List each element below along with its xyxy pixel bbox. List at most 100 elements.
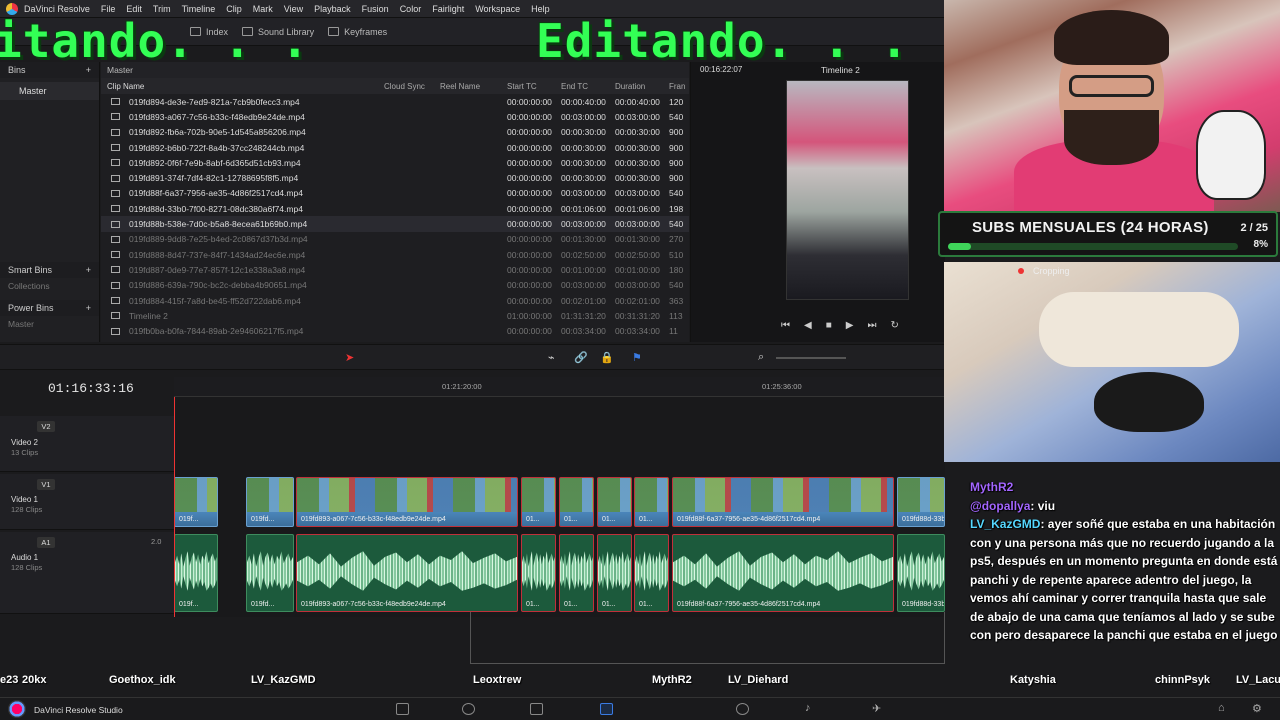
clip-name-cell: 019fd892-b6b0-722f-8a4b-37cc248244cb.mp4 bbox=[101, 143, 384, 153]
media-pool-row[interactable]: 019fd887-0de9-77e7-857f-12c1e338a3a8.mp4… bbox=[101, 262, 689, 277]
audio-clip[interactable]: 019fd88d-33b0... bbox=[897, 534, 945, 612]
settings-gear-icon[interactable]: ⚙ bbox=[1252, 702, 1262, 715]
play-icon[interactable]: ▶ bbox=[846, 320, 854, 331]
media-pool-row[interactable]: 019fd894-de3e-7ed9-821a-7cb9b0fecc3.mp4 0… bbox=[101, 94, 689, 109]
zoom-icon[interactable]: ⌕ bbox=[758, 351, 764, 364]
media-pool-row[interactable]: 019fd892-b6b0-722f-8a4b-37cc248244cb.mp4… bbox=[101, 140, 689, 155]
home-icon[interactable]: ⌂ bbox=[1218, 702, 1225, 714]
clip-label: 01... bbox=[639, 516, 653, 523]
lock-icon[interactable]: 🔒 bbox=[600, 351, 614, 364]
menu-clip[interactable]: Clip bbox=[226, 4, 242, 14]
media-pool-row[interactable]: 019fd892-0f6f-7e9b-8abf-6d365d51cb93.mp4… bbox=[101, 155, 689, 170]
video-clip[interactable]: 01... bbox=[597, 477, 632, 527]
power-bin-master[interactable]: Master bbox=[0, 316, 99, 332]
chat-message: LV_KazGMD: ayer soñé que estaba en una h… bbox=[970, 515, 1280, 645]
media-pool-row[interactable]: 019fd889-9dd8-7e25-b4ed-2c0867d37b3d.mp4… bbox=[101, 232, 689, 247]
video-clip[interactable]: 019fd... bbox=[246, 477, 294, 527]
media-pool-row[interactable]: 019fb0ba-b0fa-7844-89ab-2e94606217f5.mp4… bbox=[101, 323, 689, 338]
media-pool-row[interactable]: 019fd892-fb6a-702b-90e5-1d545a856206.mp4… bbox=[101, 125, 689, 140]
flag-icon[interactable]: ⚑ bbox=[632, 351, 642, 364]
menu-mark[interactable]: Mark bbox=[253, 4, 273, 14]
power-bins-header[interactable]: Power Bins + bbox=[0, 300, 99, 316]
col-reel-name[interactable]: Reel Name bbox=[440, 82, 507, 91]
audio-clip[interactable]: 01... bbox=[634, 534, 669, 612]
audio-clip[interactable]: 019f... bbox=[174, 534, 218, 612]
menu-trim[interactable]: Trim bbox=[153, 4, 171, 14]
video-clip[interactable]: 019fd893-a067-7c56-b33c-f48edb9e24de.mp4 bbox=[296, 477, 518, 527]
reverse-icon[interactable]: ◀ bbox=[804, 320, 812, 331]
audio-clip[interactable]: 01... bbox=[559, 534, 594, 612]
color-page-icon[interactable] bbox=[736, 703, 749, 715]
audio-clip[interactable]: 019fd... bbox=[246, 534, 294, 612]
col-duration[interactable]: Duration bbox=[615, 82, 669, 91]
fusion-page-icon[interactable] bbox=[600, 703, 613, 715]
menu-edit[interactable]: Edit bbox=[126, 4, 142, 14]
timeline-ruler[interactable]: 01:21:20:00 01:25:36:00 bbox=[174, 377, 945, 397]
end-tc-cell: 00:02:01:00 bbox=[561, 295, 606, 306]
menu-help[interactable]: Help bbox=[531, 4, 550, 14]
media-pool-row[interactable]: 019fd893-a067-7c56-b33c-f48edb9e24de.mp4… bbox=[101, 109, 689, 124]
menu-color[interactable]: Color bbox=[400, 4, 422, 14]
media-pool-row[interactable]: 019fd88b-538e-7d0c-b5a8-8ecea61b69b0.mp4… bbox=[101, 216, 689, 232]
menu-fusion[interactable]: Fusion bbox=[362, 4, 389, 14]
menu-view[interactable]: View bbox=[284, 4, 303, 14]
audio-clip[interactable]: 01... bbox=[597, 534, 632, 612]
video-clip[interactable]: 01... bbox=[559, 477, 594, 527]
audio-clip[interactable]: 019fd88f-6a37-7956-ae35-4d86f2517cd4.mp4 bbox=[672, 534, 894, 612]
media-pool-row[interactable]: 019fd886-639a-790c-bc2c-debba4b90651.mp4… bbox=[101, 278, 689, 293]
start-tc-cell: 01:00:00:00 bbox=[507, 310, 552, 321]
col-frames[interactable]: Fran bbox=[669, 82, 689, 91]
media-pool-row[interactable]: 019fd891-374f-7df4-82c1-12788695f8f5.mp4… bbox=[101, 170, 689, 185]
edit-page-icon[interactable] bbox=[530, 703, 543, 715]
video-clip[interactable]: 019f... bbox=[174, 477, 218, 527]
video-clip[interactable]: 019fd88d-33b0... bbox=[897, 477, 945, 527]
menu-playback[interactable]: Playback bbox=[314, 4, 351, 14]
skip-end-icon[interactable]: ⏭ bbox=[867, 320, 876, 331]
cat-cam-label: Cropping bbox=[1033, 266, 1070, 276]
audio-clip[interactable]: 019fd893-a067-7c56-b33c-f48edb9e24de.mp4 bbox=[296, 534, 518, 612]
audio-clip[interactable]: 01... bbox=[521, 534, 556, 612]
loop-icon[interactable]: ↻ bbox=[890, 320, 898, 331]
music-note-icon[interactable]: ♪ bbox=[805, 702, 811, 714]
snapping-icon[interactable]: ⌁ bbox=[548, 351, 555, 364]
video-clip[interactable]: 01... bbox=[521, 477, 556, 527]
video-clip[interactable]: 019fd88f-6a37-7956-ae35-4d86f2517cd4.mp4 bbox=[672, 477, 894, 527]
video-clip[interactable]: 01... bbox=[634, 477, 669, 527]
frames-cell: 540 bbox=[669, 188, 684, 199]
col-cloud-sync[interactable]: Cloud Sync bbox=[384, 82, 440, 91]
col-end-tc[interactable]: End TC bbox=[561, 82, 615, 91]
track-header-a1[interactable]: A1 Audio 1 128 Clips 2.0 bbox=[0, 532, 174, 614]
media-page-icon[interactable] bbox=[396, 703, 409, 715]
stop-icon[interactable]: ■ bbox=[826, 320, 832, 331]
viewer-panel: 00:16:22:07 Timeline 2 ⏮ ◀ ■ ▶ ⏭ ↻ bbox=[690, 62, 945, 342]
media-pool-row[interactable]: 019fd888-8d47-737e-84f7-1434ad24ec6e.mp4… bbox=[101, 247, 689, 262]
track-header-v2[interactable]: V2 Video 2 13 Clips bbox=[0, 416, 174, 472]
add-smart-bin-icon[interactable]: + bbox=[86, 265, 91, 275]
track-header-v1[interactable]: V1 Video 1 128 Clips bbox=[0, 474, 174, 530]
playhead[interactable] bbox=[174, 397, 175, 617]
col-start-tc[interactable]: Start TC bbox=[507, 82, 561, 91]
collections-item[interactable]: Collections bbox=[0, 278, 99, 294]
menu-file[interactable]: File bbox=[101, 4, 116, 14]
menu-fairlight[interactable]: Fairlight bbox=[432, 4, 464, 14]
menu-workspace[interactable]: Workspace bbox=[475, 4, 520, 14]
power-bins-title: Power Bins bbox=[8, 303, 54, 313]
zoom-slider[interactable] bbox=[776, 357, 846, 359]
skip-start-icon[interactable]: ⏮ bbox=[781, 320, 790, 331]
link-icon[interactable]: 🔗 bbox=[574, 351, 588, 364]
keyframes-button[interactable]: Keyframes bbox=[328, 27, 387, 37]
media-pool-row[interactable]: 019fd884-415f-7a8d-be45-ff52d722dab6.mp4… bbox=[101, 293, 689, 308]
menu-timeline[interactable]: Timeline bbox=[182, 4, 216, 14]
cut-page-icon[interactable] bbox=[462, 703, 475, 715]
media-pool-row[interactable]: 019fd88f-6a37-7956-ae35-4d86f2517cd4.mp4… bbox=[101, 186, 689, 201]
deliver-page-icon[interactable]: ✈ bbox=[872, 702, 881, 715]
smart-bins-title: Smart Bins bbox=[8, 265, 53, 275]
col-clip-name[interactable]: Clip Name bbox=[101, 82, 384, 91]
smart-bins-header[interactable]: Smart Bins + bbox=[0, 262, 99, 278]
timeline-lanes[interactable]: 019f... 019f... 019fd... 019fd... 019fd893-a… bbox=[174, 397, 945, 617]
add-power-bin-icon[interactable]: + bbox=[86, 303, 91, 313]
selection-tool-icon[interactable]: ➤ bbox=[345, 351, 354, 364]
bin-master[interactable]: Master bbox=[0, 82, 99, 100]
media-pool-row[interactable]: Timeline 2 01:00:00:00 01:31:31:20 00:31:31… bbox=[101, 308, 689, 323]
media-pool-row[interactable]: 019fd88d-33b0-7f00-8271-08dc380a6f74.mp4… bbox=[101, 201, 689, 216]
